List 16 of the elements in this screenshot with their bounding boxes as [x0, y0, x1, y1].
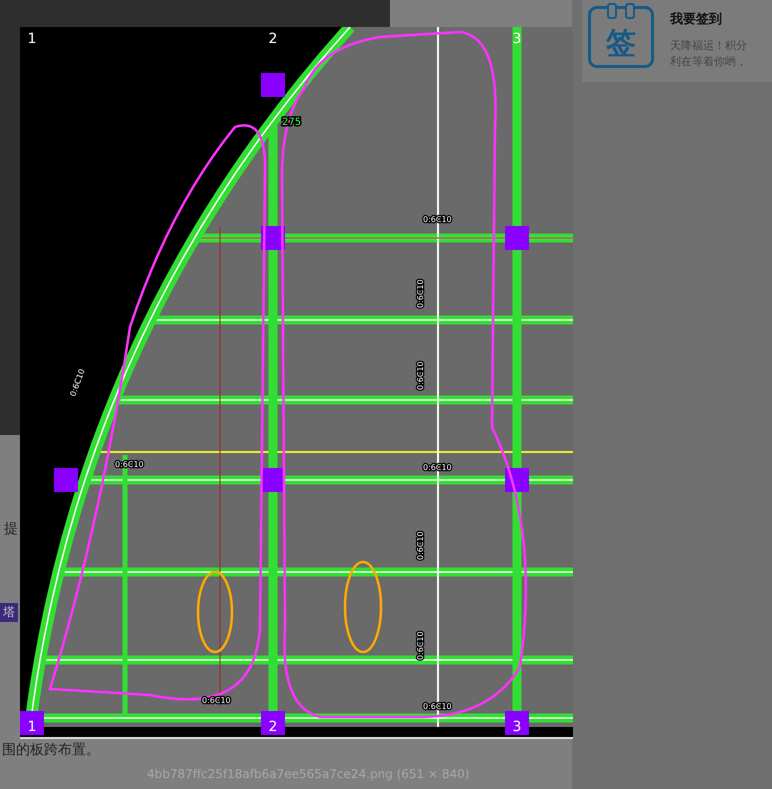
rebar-label: 0:6C10: [416, 531, 425, 560]
card-title[interactable]: 我要签到: [670, 10, 747, 28]
axis-label: 1: [28, 719, 36, 735]
axis-label: 1: [28, 31, 36, 47]
calendar-icon: 签: [588, 6, 654, 68]
axis-label: 2: [268, 31, 278, 47]
rebar-label: 0:6C10: [416, 631, 425, 660]
paragraph-text: 围的板跨布置。: [2, 741, 100, 759]
axis-label: 3: [512, 31, 522, 47]
tag: 塔: [0, 603, 18, 622]
paragraph-text: 提: [4, 520, 18, 538]
rebar-label: 0:6C10: [202, 696, 231, 705]
axis-label: 3: [512, 719, 522, 735]
rebar-label: 0:6C10: [416, 361, 425, 390]
axis-label: 2: [268, 719, 278, 735]
rebar-label: 0:6C10: [416, 279, 425, 308]
